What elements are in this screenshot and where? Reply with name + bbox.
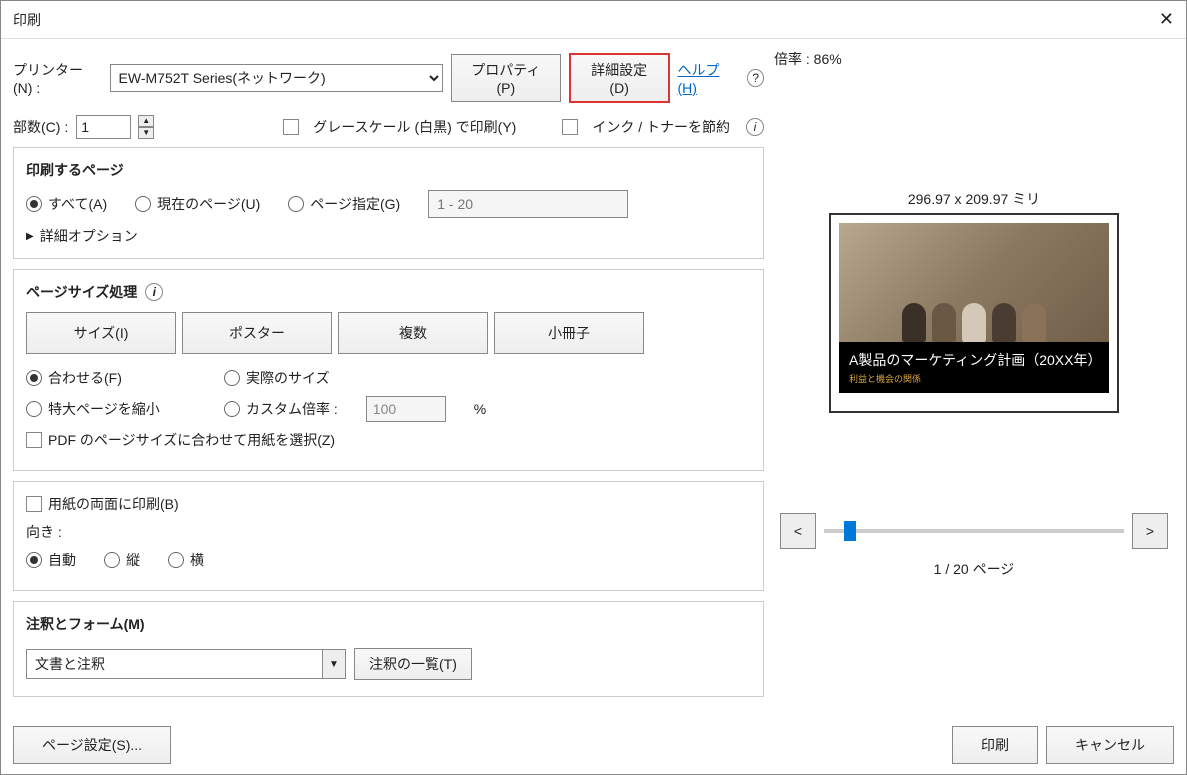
pages-title: 印刷するページ [26,160,751,180]
tab-booklet[interactable]: 小冊子 [494,312,644,354]
triangle-right-icon: ▶ [26,231,34,242]
page-slider[interactable] [824,529,1124,533]
preview-dimensions: 296.97 x 209.97 ミリ [774,189,1174,209]
dialog-title: 印刷 [13,10,41,30]
print-preview: A製品のマーケティング計画（20XX年） 利益と機会の関係 [829,213,1119,413]
grayscale-checkbox[interactable] [283,119,299,135]
radio-range[interactable]: ページ指定(G) [288,194,400,214]
tab-multiple[interactable]: 複数 [338,312,488,354]
comments-title: 注釈とフォーム(M) [26,614,751,634]
save-ink-checkbox[interactable] [562,119,578,135]
radio-fit[interactable]: 合わせる(F) [26,368,196,388]
page-indicator: 1 / 20 ページ [774,559,1174,579]
printer-label: プリンター(N) : [13,60,102,96]
detail-options-toggle[interactable]: ▶ 詳細オプション [26,226,751,246]
radio-actual[interactable]: 実際のサイズ [224,368,330,388]
save-ink-label: インク / トナーを節約 [592,117,730,137]
radio-orient-portrait[interactable]: 縦 [104,550,140,570]
orientation-panel: 用紙の両面に印刷(B) 向き : 自動 縦 横 [13,481,764,591]
grayscale-label: グレースケール (白黒) で印刷(Y) [313,117,516,137]
radio-current[interactable]: 現在のページ(U) [135,194,260,214]
comments-list-button[interactable]: 注釈の一覧(T) [354,648,472,680]
slide-title: A製品のマーケティング計画（20XX年） [849,350,1099,370]
advanced-settings-button[interactable]: 詳細設定(D) [569,53,670,103]
comments-panel: 注釈とフォーム(M) ▼ 注釈の一覧(T) [13,601,764,697]
pdf-size-label: PDF のページサイズに合わせて用紙を選択(Z) [48,430,335,450]
zoom-display: 倍率 : 86% [774,49,1174,69]
next-page-button[interactable]: > [1132,513,1168,549]
help-link[interactable]: ヘルプ(H) [678,60,734,96]
size-title: ページサイズ処理 i [26,282,751,302]
tab-poster[interactable]: ポスター [182,312,332,354]
radio-all[interactable]: すべて(A) [26,194,107,214]
chevron-down-icon[interactable]: ▼ [322,649,346,679]
duplex-checkbox[interactable] [26,496,42,512]
spinner-down-icon[interactable]: ▼ [138,127,154,139]
copies-spinner[interactable]: ▲ ▼ [138,115,154,139]
radio-orient-landscape[interactable]: 横 [168,550,204,570]
close-icon[interactable]: ✕ [1159,9,1174,30]
radio-orient-auto[interactable]: 自動 [26,550,76,570]
radio-shrink[interactable]: 特大ページを縮小 [26,399,196,419]
titlebar: 印刷 ✕ [1,1,1186,39]
custom-scale-input[interactable] [366,396,446,422]
info-icon[interactable]: i [145,283,163,301]
radio-custom[interactable]: カスタム倍率 : [224,399,338,419]
printer-select[interactable]: EW-M752T Series(ネットワーク) [110,64,443,92]
copies-label: 部数(C) : [13,117,68,137]
copies-input[interactable] [76,115,131,139]
cancel-button[interactable]: キャンセル [1046,726,1174,764]
slide-subtitle: 利益と機会の関係 [849,372,1099,385]
orientation-title: 向き : [26,522,751,542]
slider-thumb[interactable] [844,521,856,541]
help-icon[interactable]: ? [747,69,764,87]
pages-panel: 印刷するページ すべて(A) 現在のページ(U) ページ指定(G) ▶ 詳細オプ… [13,147,764,259]
print-button[interactable]: 印刷 [952,726,1038,764]
comments-combo[interactable]: ▼ [26,649,346,679]
spinner-up-icon[interactable]: ▲ [138,115,154,127]
properties-button[interactable]: プロパティ(P) [451,54,561,102]
page-range-input[interactable] [428,190,628,218]
info-icon[interactable]: i [746,118,764,136]
pdf-size-checkbox[interactable] [26,432,42,448]
page-setup-button[interactable]: ページ設定(S)... [13,726,171,764]
size-panel: ページサイズ処理 i サイズ(I) ポスター 複数 小冊子 合わせる(F) 実際… [13,269,764,471]
prev-page-button[interactable]: < [780,513,816,549]
duplex-label: 用紙の両面に印刷(B) [48,494,179,514]
tab-size[interactable]: サイズ(I) [26,312,176,354]
